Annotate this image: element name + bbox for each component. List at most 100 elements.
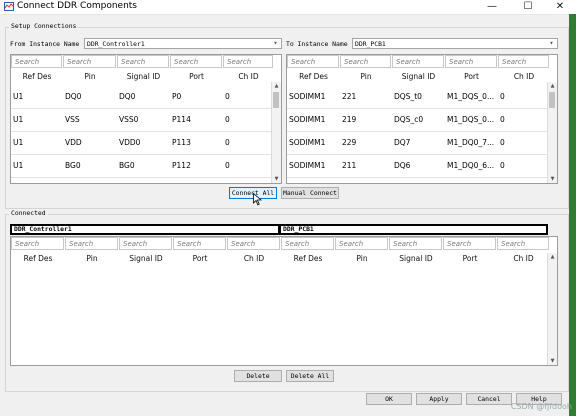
- watermark-text: CSDN @fjfdooh: [510, 402, 572, 411]
- table-cell: P113: [172, 138, 191, 147]
- column-search-input[interactable]: Search: [173, 237, 226, 250]
- table-row[interactable]: U1 VSS VSS0 P114 0: [11, 109, 274, 132]
- column-header[interactable]: Signal ID: [117, 69, 170, 85]
- table-row[interactable]: U1BA1BA1P1110: [11, 178, 274, 183]
- column-header[interactable]: Port: [170, 69, 223, 85]
- column-search-input[interactable]: Search: [340, 55, 391, 68]
- column-header[interactable]: Pin: [63, 69, 117, 85]
- manual-connect-button[interactable]: Manual Connect: [281, 187, 339, 199]
- column-search-input[interactable]: Search: [65, 237, 118, 250]
- table-row[interactable]: SODIMM1 219 DQS_c0 M1_DQS_0... 0: [287, 109, 550, 132]
- table-cell: 0: [225, 138, 230, 147]
- table-cell: 229: [342, 138, 357, 147]
- scrollbar-thumb[interactable]: [273, 92, 279, 108]
- table-cell: M1_DQ0_7...: [447, 138, 495, 147]
- vertical-scrollbar[interactable]: ▲ ▼: [271, 82, 281, 183]
- scrollbar-thumb[interactable]: [549, 92, 555, 108]
- from-pins-table[interactable]: Search Search Search Search Search Ref Des Pin…: [10, 54, 282, 184]
- column-search-input[interactable]: Search: [11, 237, 64, 250]
- column-header[interactable]: Port: [443, 251, 497, 267]
- column-search-input[interactable]: Search: [227, 237, 280, 250]
- from-instance-combo[interactable]: DDR_Controller1 ▾: [84, 38, 282, 49]
- table-cell: VDD0: [119, 138, 141, 147]
- table-row[interactable]: SODIMM1 211 DQ6 M1_DQ0_6... 0: [287, 155, 550, 178]
- connected-table[interactable]: Search Search Search Search Search Search Sear…: [10, 236, 558, 366]
- column-header[interactable]: Pin: [65, 251, 119, 267]
- scroll-down-icon[interactable]: ▼: [548, 175, 557, 183]
- table-cell: DQ7: [394, 138, 411, 147]
- column-header[interactable]: Port: [173, 251, 227, 267]
- column-header[interactable]: Ref Des: [11, 251, 65, 267]
- column-search-input[interactable]: Search: [287, 55, 339, 68]
- table-cell: M1_DQ0_6...: [447, 161, 495, 170]
- scroll-down-icon[interactable]: ▼: [548, 357, 557, 365]
- table-cell: U1: [13, 92, 24, 101]
- column-header[interactable]: Pin: [335, 251, 389, 267]
- column-header[interactable]: Signal ID: [119, 251, 173, 267]
- column-search-input[interactable]: Search: [335, 237, 388, 250]
- table-cell: BG0: [119, 161, 135, 170]
- column-search-input[interactable]: Search: [389, 237, 442, 250]
- table-row[interactable]: U1 BG0 BG0 P112 0: [11, 155, 274, 178]
- column-header[interactable]: Ch ID: [498, 69, 550, 85]
- column-header[interactable]: Signal ID: [389, 251, 443, 267]
- column-header[interactable]: Ch ID: [227, 251, 281, 267]
- to-instance-combo[interactable]: DDR_PCB1 ▾: [352, 38, 558, 49]
- close-button[interactable]: ✕: [548, 0, 572, 13]
- vertical-scrollbar[interactable]: ▲ ▼: [547, 253, 557, 365]
- scroll-down-icon[interactable]: ▼: [272, 175, 281, 183]
- column-search-input[interactable]: Search: [498, 55, 549, 68]
- column-header-row: Ref Des Pin Signal ID Port Ch ID: [287, 69, 550, 85]
- table-row[interactable]: SODIMM1 229 DQ7 M1_DQ0_7... 0: [287, 132, 550, 155]
- table-cell: U1: [11, 178, 63, 183]
- ok-button[interactable]: OK: [366, 393, 412, 405]
- connected-left-instance-header: DDR_Controller1: [10, 224, 280, 235]
- scroll-up-icon[interactable]: ▲: [548, 253, 557, 261]
- column-search-input[interactable]: Search: [281, 237, 334, 250]
- column-header[interactable]: Port: [445, 69, 498, 85]
- column-search-input[interactable]: Search: [119, 237, 172, 250]
- scroll-up-icon[interactable]: ▲: [548, 82, 557, 90]
- apply-button[interactable]: Apply: [416, 393, 462, 405]
- column-header[interactable]: Ch ID: [223, 69, 274, 85]
- table-cell: SODIMM1: [289, 161, 326, 170]
- to-pins-table[interactable]: Search Search Search Search Search Ref Des Pin…: [286, 54, 558, 184]
- column-header[interactable]: Pin: [340, 69, 392, 85]
- table-cell: 221: [342, 92, 357, 101]
- column-header[interactable]: Ref Des: [11, 69, 63, 85]
- table-cell: 225: [340, 178, 392, 183]
- column-header[interactable]: Ref Des: [281, 251, 335, 267]
- table-cell: SODIMM1: [287, 178, 340, 183]
- column-search-input[interactable]: Search: [170, 55, 222, 68]
- maximize-button[interactable]: ☐: [516, 0, 540, 13]
- table-cell: DQ0: [65, 92, 82, 101]
- column-search-input[interactable]: Search: [497, 237, 549, 250]
- scroll-up-icon[interactable]: ▲: [272, 82, 281, 90]
- from-instance-value: DDR_Controller1: [87, 40, 145, 48]
- column-search-input[interactable]: Search: [117, 55, 169, 68]
- column-search-input[interactable]: Search: [443, 237, 496, 250]
- column-header[interactable]: Ref Des: [287, 69, 340, 85]
- table-row[interactable]: SODIMM1 221 DQS_t0 M1_DQS_0... 0: [287, 86, 550, 109]
- column-search-input[interactable]: Search: [392, 55, 444, 68]
- table-cell: SODIMM1: [289, 138, 326, 147]
- table-row[interactable]: U1 VDD VDD0 P113 0: [11, 132, 274, 155]
- minimize-button[interactable]: —: [480, 0, 504, 13]
- column-header[interactable]: Ch ID: [497, 251, 550, 267]
- delete-all-button[interactable]: Delete All: [286, 370, 334, 382]
- column-search-input[interactable]: Search: [63, 55, 116, 68]
- table-cell: 0: [225, 115, 230, 124]
- column-header-row: Ref Des Pin Signal ID Port Ch ID: [11, 69, 274, 85]
- column-search-input[interactable]: Search: [445, 55, 497, 68]
- column-search-input[interactable]: Search: [11, 55, 62, 68]
- table-row[interactable]: SODIMM1225DQ5M1_DQ0_5...0: [287, 178, 550, 183]
- table-cell: BA1: [117, 178, 170, 183]
- table-row[interactable]: U1 DQ0 DQ0 P0 0: [11, 86, 274, 109]
- vertical-scrollbar[interactable]: ▲ ▼: [547, 82, 557, 183]
- table-cell: 0: [223, 178, 274, 183]
- table-cell: P112: [172, 161, 191, 170]
- column-search-input[interactable]: Search: [223, 55, 273, 68]
- column-header[interactable]: Signal ID: [392, 69, 445, 85]
- delete-button[interactable]: Delete: [234, 370, 282, 382]
- cancel-button[interactable]: Cancel: [466, 393, 512, 405]
